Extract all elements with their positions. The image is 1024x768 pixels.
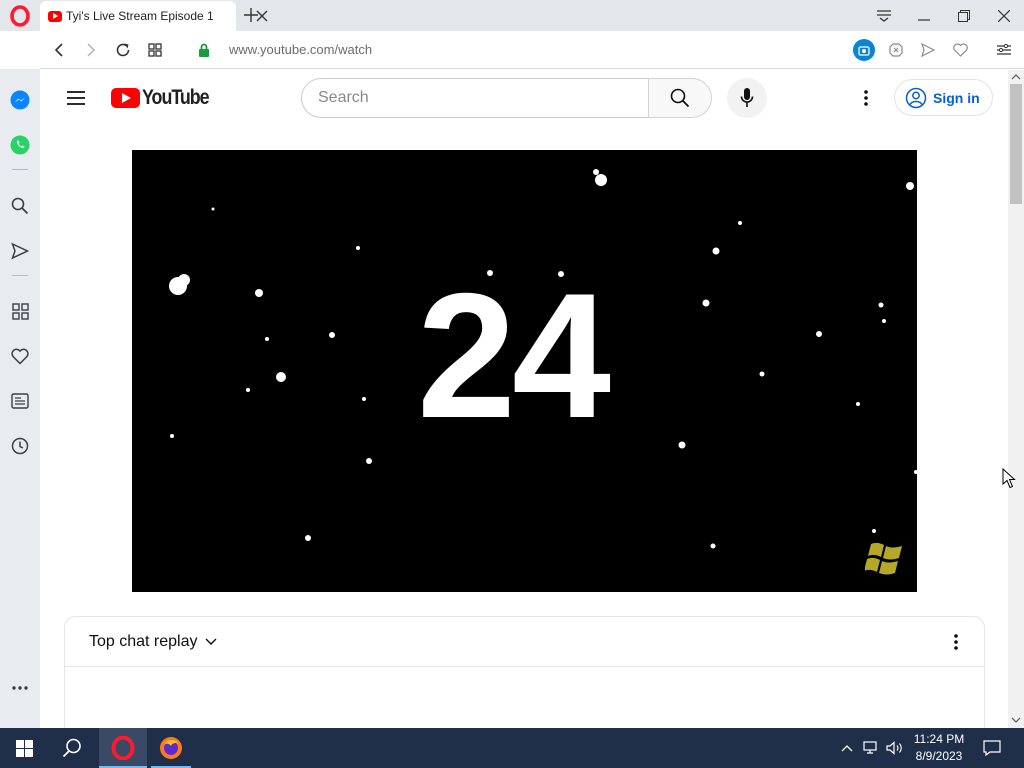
history-clock-icon[interactable] bbox=[9, 435, 31, 457]
messenger-icon[interactable] bbox=[9, 89, 31, 111]
scroll-down-icon bbox=[1011, 717, 1021, 723]
url-field[interactable]: www.youtube.com/watch bbox=[229, 42, 372, 57]
search-box bbox=[301, 78, 650, 118]
scrollbar-thumb[interactable] bbox=[1010, 84, 1022, 204]
tab-menu-icon[interactable] bbox=[864, 0, 904, 31]
video-player[interactable]: 24 bbox=[132, 150, 917, 592]
taskbar-opera-icon[interactable] bbox=[99, 728, 147, 768]
close-window-icon[interactable] bbox=[984, 0, 1024, 31]
minimize-icon[interactable] bbox=[904, 0, 944, 31]
speed-dial-icon[interactable] bbox=[9, 300, 31, 322]
reload-icon[interactable] bbox=[114, 41, 132, 59]
search-button[interactable] bbox=[648, 78, 712, 118]
back-icon[interactable] bbox=[50, 41, 68, 59]
taskbar-clock[interactable]: 11:24 PM 8/9/2023 bbox=[900, 731, 978, 765]
chat-more-icon[interactable] bbox=[944, 631, 968, 653]
bookmarks-heart-icon[interactable] bbox=[9, 345, 31, 367]
taskbar-search-icon[interactable] bbox=[48, 728, 96, 768]
news-feed-icon[interactable] bbox=[9, 390, 31, 412]
address-bar: www.youtube.com/watch bbox=[40, 31, 1024, 69]
windows-logo-watermark-icon bbox=[865, 542, 902, 575]
youtube-play-icon bbox=[111, 88, 140, 108]
guide-menu-icon[interactable] bbox=[64, 87, 88, 109]
sign-in-button[interactable]: Sign in bbox=[894, 79, 993, 116]
voice-search-button[interactable] bbox=[727, 78, 767, 118]
opera-menu-icon[interactable] bbox=[0, 0, 40, 31]
snapshot-icon[interactable] bbox=[853, 39, 875, 61]
whatsapp-icon[interactable] bbox=[9, 134, 31, 156]
url-host: www.youtube.com bbox=[229, 42, 335, 57]
youtube-favicon-icon bbox=[48, 10, 62, 22]
magnifier-icon bbox=[670, 88, 690, 108]
scroll-up-icon bbox=[1011, 74, 1021, 80]
youtube-wordmark: YouTube bbox=[142, 86, 210, 109]
chat-header: Top chat replay bbox=[65, 617, 984, 667]
search-icon[interactable] bbox=[9, 195, 31, 217]
easy-setup-icon[interactable] bbox=[995, 41, 1013, 59]
sidebar-more-icon[interactable] bbox=[9, 677, 31, 699]
chat-replay-panel: Top chat replay bbox=[64, 616, 985, 728]
settings-more-icon[interactable] bbox=[854, 87, 878, 109]
send-to-icon[interactable] bbox=[9, 240, 31, 262]
search-input[interactable] bbox=[318, 79, 638, 117]
youtube-logo[interactable]: YouTube bbox=[111, 86, 220, 110]
secure-lock-icon[interactable] bbox=[195, 41, 213, 59]
forward-icon[interactable] bbox=[82, 41, 100, 59]
send-icon[interactable] bbox=[919, 41, 937, 59]
tab-title: Tyi's Live Stream Episode 1 bbox=[66, 9, 214, 23]
new-tab-icon[interactable] bbox=[242, 6, 260, 24]
chevron-down-icon[interactable] bbox=[204, 635, 218, 649]
youtube-page: YouTube Sign in bbox=[40, 70, 1008, 728]
account-circle-icon bbox=[905, 87, 927, 108]
browser-tab[interactable]: Tyi's Live Stream Episode 1 bbox=[40, 1, 268, 31]
mouse-cursor-icon bbox=[1002, 468, 1016, 489]
microphone-icon bbox=[740, 88, 754, 107]
tray-chevron-up-icon[interactable] bbox=[838, 728, 856, 768]
countdown-number: 24 bbox=[417, 256, 611, 455]
tab-strip: Tyi's Live Stream Episode 1 bbox=[0, 0, 1024, 31]
url-path: /watch bbox=[334, 42, 373, 57]
sign-in-label: Sign in bbox=[933, 89, 980, 106]
bookmark-heart-icon[interactable] bbox=[951, 41, 969, 59]
window-controls bbox=[864, 0, 1024, 31]
taskbar-firefox-icon[interactable] bbox=[149, 728, 193, 768]
notifications-icon[interactable] bbox=[978, 728, 1006, 768]
windows-taskbar: 11:24 PM 8/9/2023 bbox=[0, 728, 1024, 768]
opera-sidebar bbox=[0, 69, 40, 728]
chat-mode-dropdown[interactable]: Top chat replay bbox=[89, 633, 198, 651]
windows-start-icon[interactable] bbox=[0, 728, 48, 768]
clock-time: 11:24 PM bbox=[913, 732, 965, 746]
page-scrollbar[interactable] bbox=[1008, 70, 1024, 728]
restore-icon[interactable] bbox=[944, 0, 984, 31]
adblock-icon[interactable] bbox=[887, 41, 905, 59]
network-icon[interactable] bbox=[861, 728, 883, 768]
clock-date: 8/9/2023 bbox=[915, 749, 963, 763]
tabs-grid-icon[interactable] bbox=[146, 41, 164, 59]
